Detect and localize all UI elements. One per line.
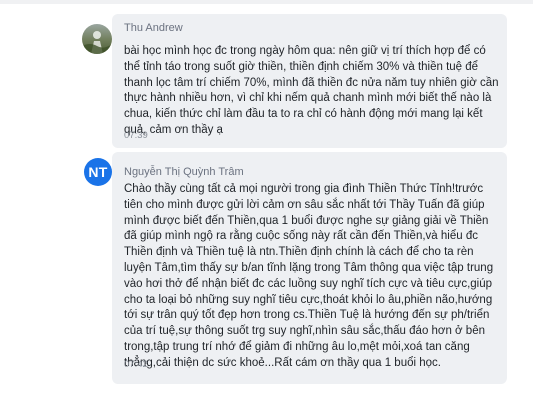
avatar[interactable]: NT	[84, 158, 112, 186]
message-bubble: Thu Andrew bài học mình học đc trong ngà…	[112, 14, 507, 148]
sender-name[interactable]: Nguyễn Thị Quỳnh Trâm	[124, 166, 244, 178]
message-text: bài học mình học đc trong ngày hôm qua: …	[124, 45, 499, 136]
message-item: NT Nguyễn Thị Quỳnh Trâm Chào thầy cùng …	[0, 152, 533, 400]
top-divider	[0, 0, 533, 4]
sender-name[interactable]: Thu Andrew	[124, 22, 183, 34]
message-timestamp: 07:39	[124, 130, 148, 141]
message-bubble: Nguyễn Thị Quỳnh Trâm Chào thầy cùng tất…	[112, 152, 507, 384]
message-item: Thu Andrew bài học mình học đc trong ngà…	[0, 14, 533, 158]
message-timestamp: 07:42	[124, 359, 148, 370]
message-text: Chào thầy cùng tất cả mọi người trong gi…	[124, 183, 494, 369]
photo-avatar-icon	[82, 24, 112, 54]
avatar[interactable]	[82, 24, 112, 54]
